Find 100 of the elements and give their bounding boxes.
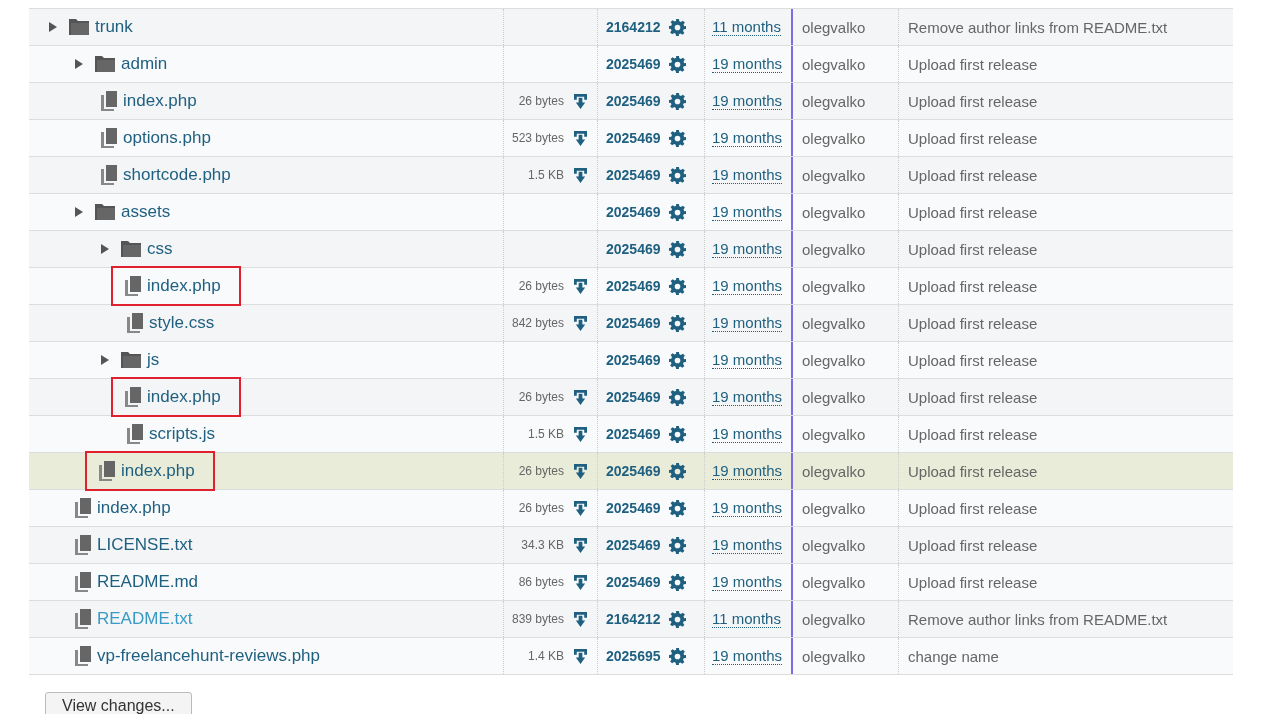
download-icon[interactable] bbox=[574, 537, 587, 553]
settings-icon[interactable] bbox=[668, 240, 686, 258]
settings-icon[interactable] bbox=[668, 462, 686, 480]
age-link[interactable]: 19 months bbox=[712, 462, 783, 480]
age-link[interactable]: 11 months bbox=[712, 610, 781, 628]
settings-icon[interactable] bbox=[668, 277, 686, 295]
settings-icon[interactable] bbox=[668, 425, 686, 443]
file-link[interactable]: LICENSE.txt bbox=[97, 535, 193, 555]
age-link[interactable]: 19 months bbox=[712, 536, 783, 554]
age-link[interactable]: 19 months bbox=[712, 351, 783, 369]
download-icon[interactable] bbox=[574, 167, 587, 183]
file-link[interactable]: shortcode.php bbox=[123, 165, 231, 185]
settings-icon[interactable] bbox=[668, 314, 686, 332]
age-link[interactable]: 19 months bbox=[712, 647, 783, 665]
file-link[interactable]: vp-freelancehunt-reviews.php bbox=[97, 646, 320, 666]
revision-link[interactable]: 2025469 bbox=[606, 167, 661, 183]
settings-icon[interactable] bbox=[668, 536, 686, 554]
caret-icon[interactable] bbox=[101, 355, 109, 365]
caret-icon[interactable] bbox=[49, 22, 57, 32]
author-name: olegvalko bbox=[802, 166, 866, 184]
settings-icon[interactable] bbox=[668, 388, 686, 406]
download-icon[interactable] bbox=[574, 389, 587, 405]
settings-icon[interactable] bbox=[668, 55, 686, 73]
settings-icon[interactable] bbox=[668, 573, 686, 591]
file-icon bbox=[125, 387, 141, 407]
file-link[interactable]: index.php bbox=[147, 276, 221, 296]
age-link[interactable]: 19 months bbox=[712, 277, 783, 295]
download-icon[interactable] bbox=[574, 426, 587, 442]
download-icon[interactable] bbox=[574, 93, 587, 109]
age-link[interactable]: 11 months bbox=[712, 18, 781, 36]
file-link[interactable]: js bbox=[147, 350, 160, 370]
age-link[interactable]: 19 months bbox=[712, 573, 783, 591]
file-link[interactable]: trunk bbox=[95, 17, 133, 37]
view-changes-button[interactable]: View changes... bbox=[45, 692, 192, 714]
commit-message: Upload first release bbox=[908, 425, 1038, 443]
file-size: 26 bytes bbox=[518, 94, 564, 108]
revision-link[interactable]: 2025469 bbox=[606, 93, 661, 109]
file-link[interactable]: index.php bbox=[97, 498, 171, 518]
age-link[interactable]: 19 months bbox=[712, 240, 783, 258]
file-link[interactable]: css bbox=[147, 239, 173, 259]
age-link[interactable]: 19 months bbox=[712, 129, 783, 147]
settings-icon[interactable] bbox=[668, 18, 686, 36]
revision-link[interactable]: 2025469 bbox=[606, 389, 661, 405]
age-link[interactable]: 19 months bbox=[712, 203, 783, 221]
revision-link[interactable]: 2025469 bbox=[606, 278, 661, 294]
settings-icon[interactable] bbox=[668, 129, 686, 147]
revision-link[interactable]: 2025469 bbox=[606, 130, 661, 146]
caret-icon[interactable] bbox=[75, 59, 83, 69]
author-name: olegvalko bbox=[802, 351, 866, 369]
file-link[interactable]: index.php bbox=[121, 461, 195, 481]
settings-icon[interactable] bbox=[668, 203, 686, 221]
download-icon[interactable] bbox=[574, 611, 587, 627]
age-link[interactable]: 19 months bbox=[712, 388, 783, 406]
revision-link[interactable]: 2025469 bbox=[606, 56, 661, 72]
revision-link[interactable]: 2025469 bbox=[606, 500, 661, 516]
file-link[interactable]: admin bbox=[121, 54, 168, 74]
download-icon[interactable] bbox=[574, 130, 587, 146]
settings-icon[interactable] bbox=[668, 92, 686, 110]
file-link[interactable]: options.php bbox=[123, 128, 211, 148]
revision-link[interactable]: 2025469 bbox=[606, 315, 661, 331]
settings-icon[interactable] bbox=[668, 647, 686, 665]
commit-message: Upload first release bbox=[908, 55, 1038, 73]
file-link[interactable]: index.php bbox=[147, 387, 221, 407]
revision-link[interactable]: 2025469 bbox=[606, 574, 661, 590]
age-link[interactable]: 19 months bbox=[712, 425, 783, 443]
file-link[interactable]: README.md bbox=[97, 572, 199, 592]
revision-link[interactable]: 2025469 bbox=[606, 204, 661, 220]
caret-icon[interactable] bbox=[101, 244, 109, 254]
download-icon[interactable] bbox=[574, 648, 587, 664]
revision-link[interactable]: 2164212 bbox=[606, 19, 661, 35]
age-link[interactable]: 19 months bbox=[712, 92, 783, 110]
settings-icon[interactable] bbox=[668, 351, 686, 369]
age-link[interactable]: 19 months bbox=[712, 499, 783, 517]
revision-link[interactable]: 2025469 bbox=[606, 352, 661, 368]
settings-icon[interactable] bbox=[668, 610, 686, 628]
revision-link[interactable]: 2025469 bbox=[606, 241, 661, 257]
commit-message: Upload first release bbox=[908, 314, 1038, 332]
commit-message: Upload first release bbox=[908, 499, 1038, 517]
settings-icon[interactable] bbox=[668, 499, 686, 517]
download-icon[interactable] bbox=[574, 500, 587, 516]
file-icon bbox=[101, 91, 117, 111]
revision-link[interactable]: 2025469 bbox=[606, 463, 661, 479]
download-icon[interactable] bbox=[574, 315, 587, 331]
age-link[interactable]: 19 months bbox=[712, 55, 783, 73]
file-link[interactable]: scripts.js bbox=[149, 424, 216, 444]
caret-icon[interactable] bbox=[75, 207, 83, 217]
settings-icon[interactable] bbox=[668, 166, 686, 184]
file-link[interactable]: assets bbox=[121, 202, 171, 222]
download-icon[interactable] bbox=[574, 278, 587, 294]
download-icon[interactable] bbox=[574, 463, 587, 479]
download-icon[interactable] bbox=[574, 574, 587, 590]
age-link[interactable]: 19 months bbox=[712, 166, 783, 184]
file-link[interactable]: index.php bbox=[123, 91, 197, 111]
revision-link[interactable]: 2025695 bbox=[606, 648, 661, 664]
file-link[interactable]: style.css bbox=[149, 313, 215, 333]
age-link[interactable]: 19 months bbox=[712, 314, 783, 332]
revision-link[interactable]: 2025469 bbox=[606, 426, 661, 442]
revision-link[interactable]: 2164212 bbox=[606, 611, 661, 627]
commit-message: Upload first release bbox=[908, 92, 1038, 110]
revision-link[interactable]: 2025469 bbox=[606, 537, 661, 553]
